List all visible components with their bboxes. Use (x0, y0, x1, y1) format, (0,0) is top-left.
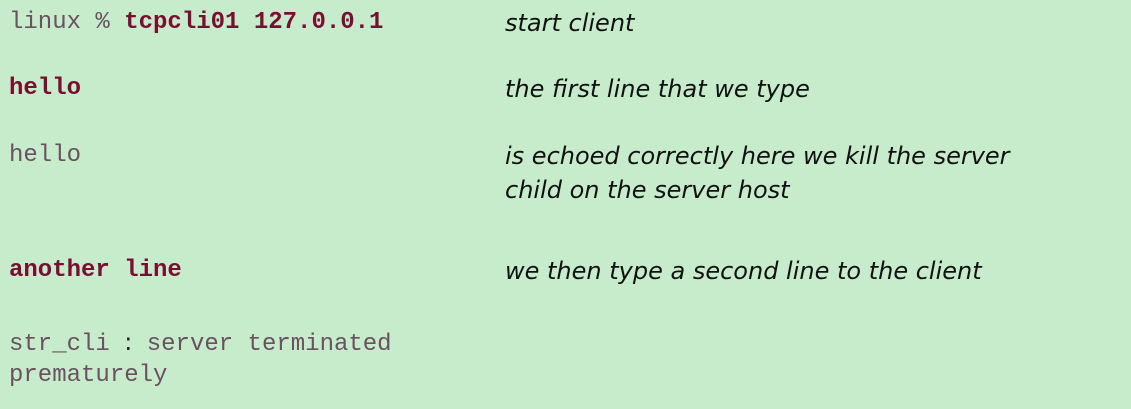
echoed-output: hello (9, 142, 82, 169)
typed-input: hello (9, 75, 82, 102)
terminal-line: hello (9, 139, 489, 173)
error-message-continued: prematurely (9, 362, 168, 389)
annotation-line-1: is echoed correctly here we kill the ser… (505, 142, 1010, 170)
terminal-line: linux % tcpcli01 127.0.0.1 (9, 6, 489, 40)
annotation: we then type a second line to the client (505, 257, 982, 285)
terminal-session-transcript: linux % tcpcli01 127.0.0.1 start client … (0, 0, 1131, 409)
separator: : (124, 328, 133, 356)
shell-prompt: linux % (9, 9, 125, 36)
error-output-line-1: str_cli : server terminated (9, 325, 489, 362)
annotation: start client (505, 9, 635, 37)
error-output-line-2: prematurely (9, 359, 489, 393)
annotation: the first line that we type (505, 75, 810, 103)
terminal-line: another line (9, 254, 489, 288)
annotation-line-2: child on the server host (505, 176, 790, 204)
error-message: server terminated (146, 331, 392, 358)
terminal-line: hello (9, 72, 489, 106)
typed-command: tcpcli01 127.0.0.1 (124, 9, 384, 36)
function-name: str_cli (9, 331, 110, 358)
typed-input: another line (9, 257, 182, 284)
